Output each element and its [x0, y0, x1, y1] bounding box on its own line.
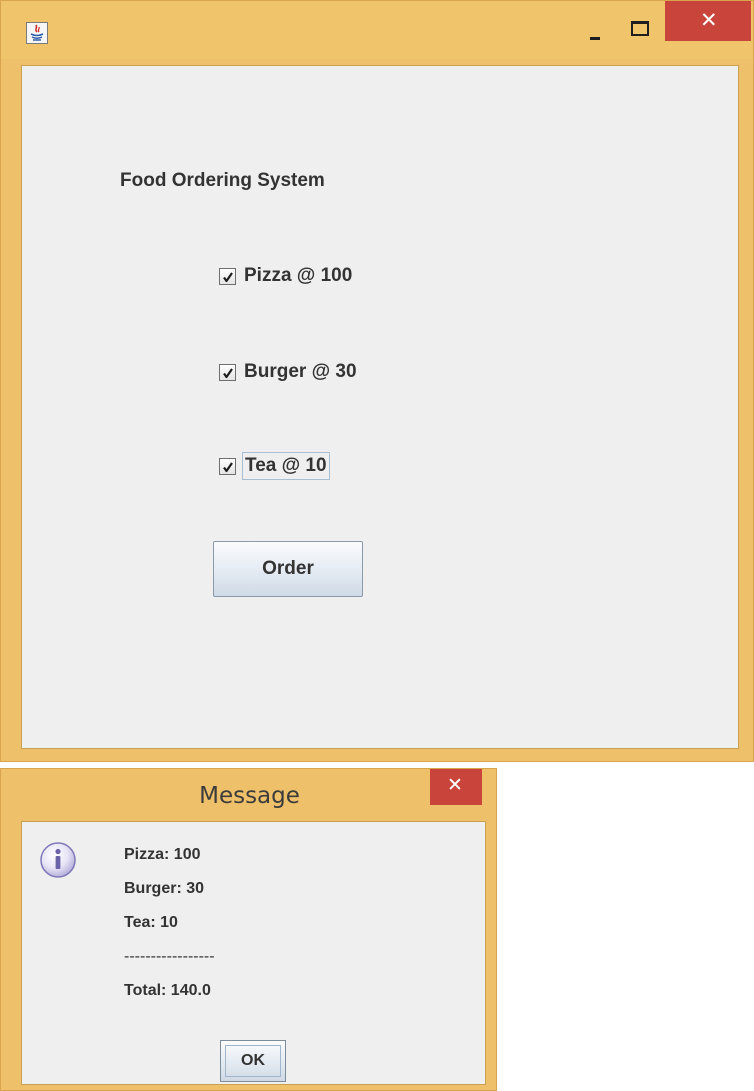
- close-button[interactable]: ✕: [665, 1, 751, 41]
- message-line-tea: Tea: 10: [124, 914, 178, 931]
- main-title-bar[interactable]: ✕: [1, 1, 753, 59]
- message-separator: -----------------: [124, 948, 215, 965]
- tea-checkbox[interactable]: Tea @ 10: [219, 450, 330, 482]
- close-icon: ✕: [447, 774, 463, 796]
- maximize-icon: [631, 21, 649, 36]
- checkbox-box[interactable]: [219, 457, 236, 475]
- check-icon: [223, 461, 233, 472]
- focus-ring: [225, 1045, 281, 1077]
- maximize-button[interactable]: [627, 15, 653, 41]
- message-line-pizza: Pizza: 100: [124, 846, 201, 863]
- main-content-panel: Food Ordering System Pizza @ 100 Burger …: [21, 65, 739, 749]
- dialog-content-panel: Pizza: 100 Burger: 30 Tea: 10 ----------…: [21, 821, 486, 1085]
- dialog-title: Message: [199, 783, 300, 809]
- ok-button[interactable]: OK: [220, 1040, 286, 1082]
- dialog-close-button[interactable]: ✕: [430, 769, 482, 805]
- check-icon: [223, 271, 233, 282]
- close-icon: ✕: [700, 8, 718, 32]
- main-window: ✕ Food Ordering System Pizza @ 100 Burge…: [0, 0, 754, 762]
- message-line-burger: Burger: 30: [124, 880, 205, 897]
- checkbox-label: Tea @ 10: [242, 452, 330, 480]
- checkbox-box[interactable]: [219, 267, 236, 285]
- order-button[interactable]: Order: [213, 541, 363, 597]
- message-dialog: Message ✕ Pizza: 100 Burger: 30 Tea: 10: [0, 768, 497, 1091]
- java-app-icon[interactable]: [26, 22, 48, 44]
- burger-checkbox[interactable]: Burger @ 30: [219, 356, 359, 388]
- minimize-icon: [590, 37, 600, 40]
- minimize-button[interactable]: [581, 15, 607, 41]
- checkbox-label: Burger @ 30: [244, 361, 357, 382]
- pizza-checkbox[interactable]: Pizza @ 100: [219, 260, 354, 292]
- checkbox-label: Pizza @ 100: [244, 265, 353, 286]
- info-icon: [38, 840, 78, 880]
- message-line-total: Total: 140.0: [124, 982, 211, 999]
- checkbox-box[interactable]: [219, 363, 236, 381]
- check-icon: [223, 367, 233, 378]
- app-heading: Food Ordering System: [120, 170, 325, 191]
